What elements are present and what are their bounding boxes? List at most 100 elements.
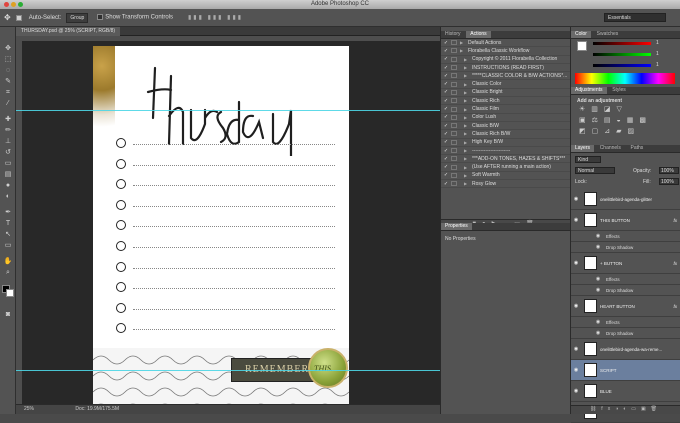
- history-brush-tool-icon[interactable]: ↺: [3, 148, 13, 157]
- dialog-toggle-box[interactable]: [451, 181, 457, 187]
- action-item[interactable]: ✓ ▶ *****CLASSIC COLOR & B/W ACTIONS*...: [441, 72, 570, 81]
- action-item[interactable]: ✓ ▶ Classic Color: [441, 80, 570, 89]
- action-check-icon[interactable]: ✓: [441, 40, 451, 46]
- expand-triangle-icon[interactable]: ▶: [464, 173, 472, 178]
- action-check-icon[interactable]: ✓: [441, 156, 451, 162]
- shape-tool-icon[interactable]: ▭: [3, 241, 13, 250]
- move-tool-icon[interactable]: ✥: [4, 13, 11, 22]
- tab-layers[interactable]: Layers: [571, 145, 595, 152]
- ruler-top[interactable]: [16, 36, 440, 41]
- expand-triangle-icon[interactable]: ▶: [460, 48, 468, 53]
- path-select-tool-icon[interactable]: ↖: [3, 230, 13, 239]
- visibility-eye-icon[interactable]: ◉: [571, 260, 581, 266]
- action-check-icon[interactable]: ✓: [441, 56, 451, 62]
- minimize-window-button[interactable]: [11, 2, 16, 7]
- visibility-eye-icon[interactable]: ◉: [571, 196, 581, 202]
- dodge-tool-icon[interactable]: ◐: [3, 192, 13, 201]
- action-item[interactable]: ✓ ▶ Color Lush: [441, 114, 570, 122]
- dialog-toggle-box[interactable]: [451, 131, 457, 137]
- layer-effect-row[interactable]: ◉ Effects: [571, 274, 680, 285]
- visibility-eye-icon[interactable]: ◉: [593, 319, 603, 325]
- blue-slider[interactable]: [593, 64, 651, 67]
- action-item[interactable]: ✓ ▶ Copyright © 2011 Florabella Collection: [441, 56, 570, 64]
- tab-paths[interactable]: Paths: [627, 145, 648, 152]
- action-check-icon[interactable]: ✓: [441, 106, 451, 112]
- dialog-toggle-box[interactable]: [451, 114, 457, 120]
- guide-line-bottom[interactable]: [16, 370, 440, 371]
- tab-styles[interactable]: Styles: [608, 87, 630, 94]
- visibility-eye-icon[interactable]: ◉: [593, 330, 603, 336]
- type-tool-icon[interactable]: T: [3, 219, 13, 228]
- eraser-tool-icon[interactable]: ▭: [3, 159, 13, 168]
- fill-input[interactable]: 100%: [659, 178, 679, 185]
- layer-row[interactable]: ◉ + BUTTON fx: [571, 253, 680, 274]
- color-spectrum[interactable]: [575, 73, 675, 84]
- close-window-button[interactable]: [4, 2, 9, 7]
- lasso-tool-icon[interactable]: ◌: [3, 66, 13, 75]
- hand-tool-icon[interactable]: ✋: [3, 257, 13, 266]
- blur-tool-icon[interactable]: ●: [3, 181, 13, 190]
- action-item[interactable]: ✓ ▶ Classic B/W: [441, 122, 570, 131]
- action-check-icon[interactable]: ✓: [441, 139, 451, 145]
- visibility-eye-icon[interactable]: ◉: [571, 346, 581, 352]
- action-check-icon[interactable]: ✓: [441, 114, 451, 120]
- fx-icon[interactable]: fx: [673, 261, 677, 266]
- adjustment-icons-row3[interactable]: ◩▢⊿▰▨: [579, 127, 640, 135]
- layer-effect-row[interactable]: ◉ Drop Shadow: [571, 285, 680, 296]
- brush-tool-icon[interactable]: ✏: [3, 126, 13, 135]
- expand-triangle-icon[interactable]: ▶: [464, 181, 472, 186]
- visibility-eye-icon[interactable]: ◉: [593, 244, 603, 250]
- expand-triangle-icon[interactable]: ▶: [464, 107, 472, 112]
- green-slider[interactable]: [593, 53, 651, 56]
- fg-color-preview[interactable]: [577, 41, 587, 51]
- layer-effect-row[interactable]: ◉ Effects: [571, 231, 680, 242]
- red-slider[interactable]: [593, 42, 651, 45]
- quick-mask-icon[interactable]: ◙: [3, 310, 13, 319]
- move-tool-icon[interactable]: ✥: [3, 44, 13, 53]
- expand-triangle-icon[interactable]: ▶: [464, 65, 472, 70]
- layer-effect-row[interactable]: ◉ Drop Shadow: [571, 242, 680, 253]
- action-check-icon[interactable]: ✓: [441, 89, 451, 95]
- layer-row[interactable]: ◉ BLUE: [571, 381, 680, 402]
- dialog-toggle-box[interactable]: [451, 65, 457, 71]
- action-item[interactable]: ✓ ▶ -----------------------: [441, 147, 570, 156]
- adjustment-icons[interactable]: ☀▥◪▽: [579, 105, 628, 113]
- dialog-toggle-box[interactable]: [451, 139, 457, 145]
- workspace-dropdown[interactable]: Essentials: [604, 13, 666, 22]
- action-check-icon[interactable]: ✓: [441, 181, 451, 187]
- action-item[interactable]: ✓ ▶ (Use AFTER running a main action): [441, 163, 570, 172]
- layer-effect-row[interactable]: ◉ Drop Shadow: [571, 328, 680, 339]
- action-check-icon[interactable]: ✓: [441, 172, 451, 178]
- ruler-left[interactable]: [16, 36, 22, 404]
- action-check-icon[interactable]: ✓: [441, 48, 451, 54]
- clone-stamp-tool-icon[interactable]: ⊥: [3, 137, 13, 146]
- action-item[interactable]: ✓ ▶ Classic Rich: [441, 97, 570, 106]
- action-check-icon[interactable]: ✓: [441, 81, 451, 87]
- expand-triangle-icon[interactable]: ▶: [460, 40, 468, 45]
- zoom-level[interactable]: 25%: [24, 406, 34, 412]
- action-item[interactable]: ✓ ▶ Soft Warmth: [441, 172, 570, 181]
- expand-triangle-icon[interactable]: ▶: [464, 115, 472, 120]
- dialog-toggle-box[interactable]: [451, 106, 457, 112]
- action-check-icon[interactable]: ✓: [441, 148, 451, 154]
- visibility-eye-icon[interactable]: ◉: [571, 303, 581, 309]
- action-item[interactable]: ✓ ▶ Classic Rich B/W: [441, 130, 570, 139]
- action-check-icon[interactable]: ✓: [441, 73, 451, 79]
- action-item[interactable]: ✓ ▶ Default Actions: [441, 39, 570, 48]
- action-check-icon[interactable]: ✓: [441, 164, 451, 170]
- action-item[interactable]: ✓ ▶ Florabella Classic Workflow: [441, 47, 570, 56]
- action-item[interactable]: ✓ ▶ ***ADD-ON TONES, HAZES & SHIFTS***: [441, 155, 570, 164]
- auto-select-dropdown[interactable]: Group: [66, 12, 89, 23]
- gradient-tool-icon[interactable]: ▤: [3, 170, 13, 179]
- visibility-eye-icon[interactable]: ◉: [571, 217, 581, 223]
- layer-effect-row[interactable]: ◉ Effects: [571, 317, 680, 328]
- tab-actions[interactable]: Actions: [466, 31, 491, 38]
- dialog-toggle-box[interactable]: [451, 98, 457, 104]
- doc-info[interactable]: Doc: 19.9M/175.5M: [75, 406, 119, 412]
- expand-triangle-icon[interactable]: ▶: [464, 57, 472, 62]
- background-color-swatch[interactable]: [6, 289, 14, 297]
- align-icons[interactable]: ▮▮▮ ▮▮▮ ▮▮▮: [188, 14, 243, 21]
- layer-row[interactable]: ◉ THIS BUTTON fx: [571, 210, 680, 231]
- layer-row[interactable]: ◉ SCRIPT: [571, 360, 680, 381]
- red-value[interactable]: 1: [656, 40, 659, 46]
